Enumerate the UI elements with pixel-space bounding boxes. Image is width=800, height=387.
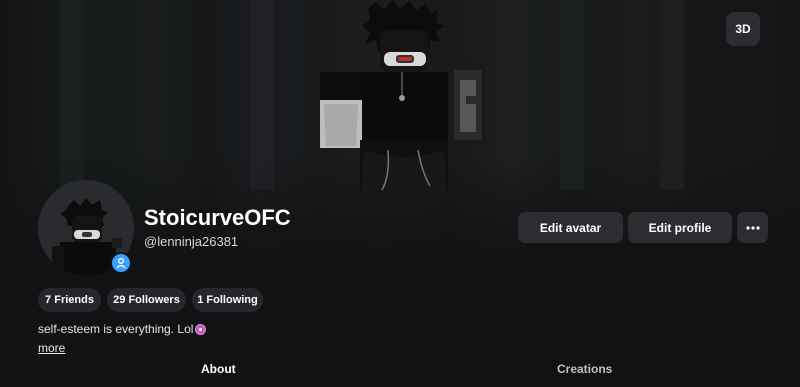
tab-creations[interactable]: Creations [557, 362, 612, 376]
avatar-3d-figure [320, 0, 486, 200]
tab-about[interactable]: About [201, 362, 236, 376]
edit-profile-button[interactable]: Edit profile [628, 212, 732, 243]
more-options-button[interactable] [737, 212, 768, 243]
banner-light-stripe [250, 0, 274, 190]
bio-more-link[interactable]: more [38, 341, 65, 355]
username: @lenninja26381 [144, 234, 239, 249]
following-count-pill[interactable]: 1 Following [192, 288, 263, 312]
view-3d-button[interactable]: 3D [726, 12, 760, 46]
user-verified-icon [116, 258, 126, 269]
bio-line: self-esteem is everything. Lol [38, 322, 207, 336]
edit-avatar-button[interactable]: Edit avatar [518, 212, 623, 243]
followers-count-pill[interactable]: 29 Followers [107, 288, 186, 312]
banner-light-stripe [60, 0, 84, 190]
friends-count-pill[interactable]: 7 Friends [38, 288, 101, 312]
user-verified-badge [110, 252, 132, 274]
banner-light-stripe [560, 0, 584, 190]
banner-light-stripe [660, 0, 684, 190]
display-name: StoicurveOFC [144, 205, 291, 230]
bio-text: self-esteem is everything. Lol [38, 322, 194, 336]
ellipsis-icon [745, 225, 760, 230]
sparkle-heart-emoji-icon [195, 323, 207, 335]
